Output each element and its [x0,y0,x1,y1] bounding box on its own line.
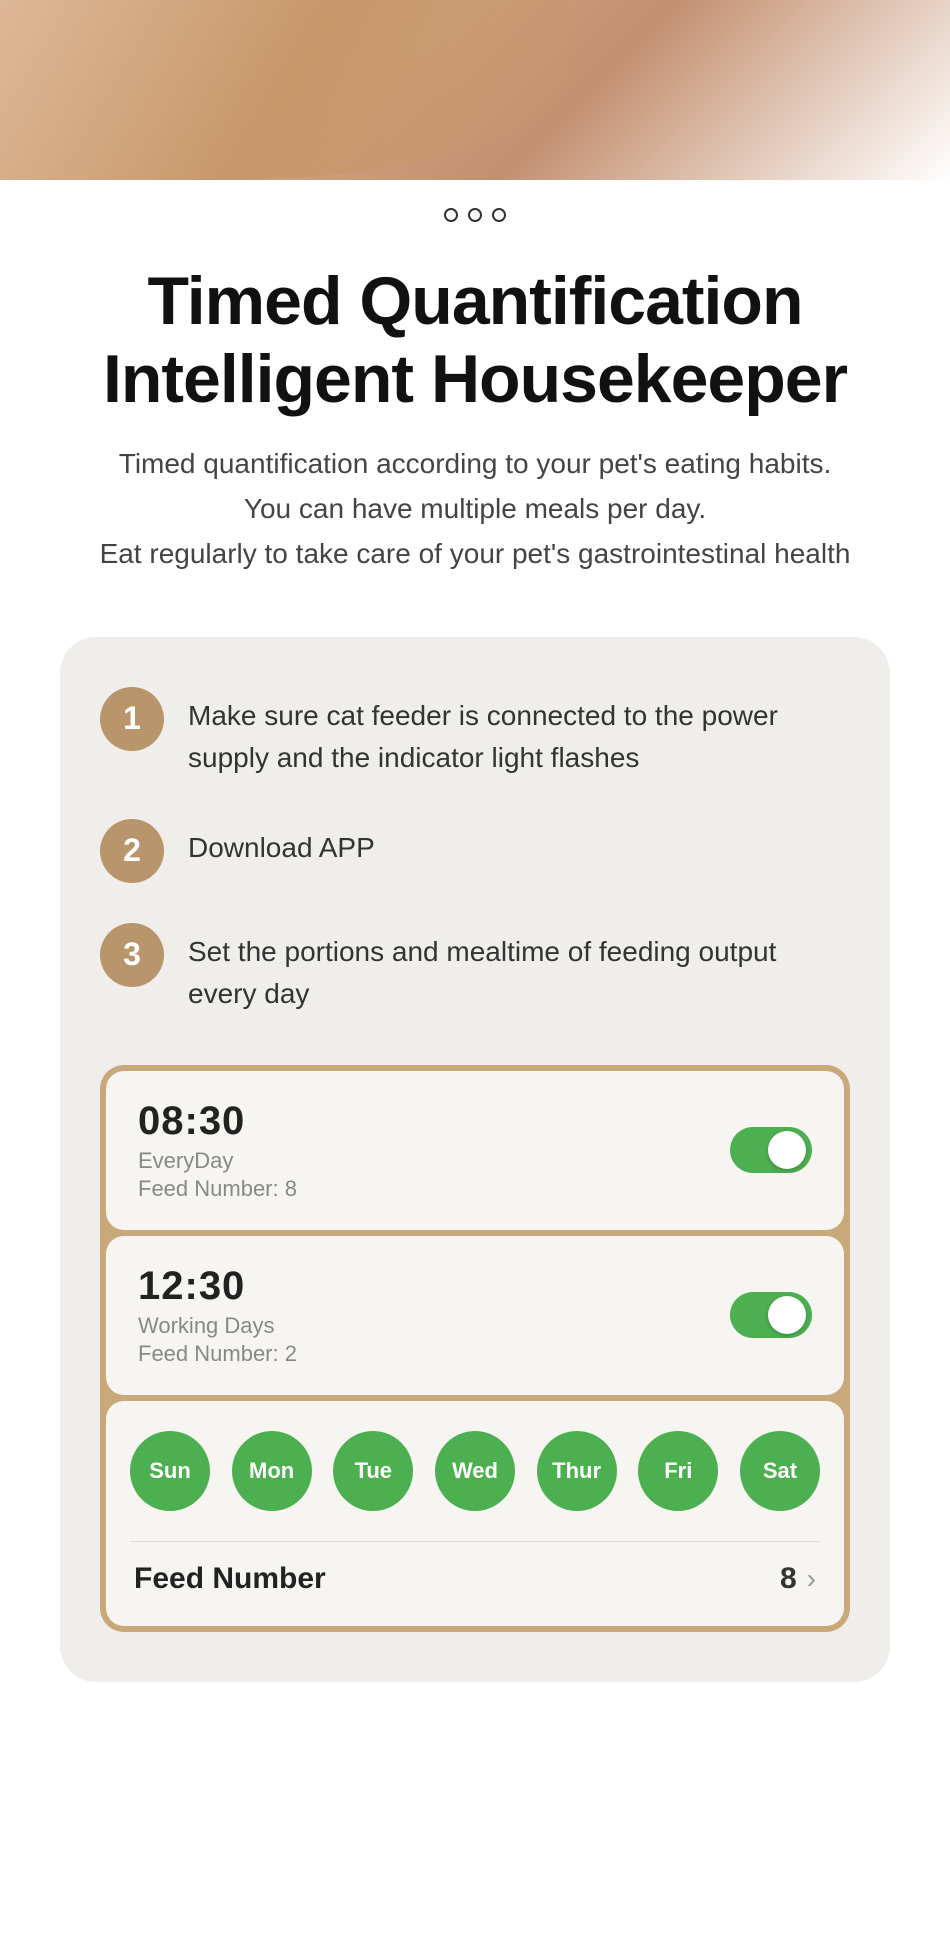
hero-image [0,0,950,180]
step-number-2: 2 [100,819,164,883]
step-number-3: 3 [100,923,164,987]
divider [130,1541,820,1542]
dot-1 [444,208,458,222]
page-title: Timed Quantification Intelligent Houseke… [40,262,910,418]
feed-info-2: 12:30 Working Days Feed Number: 2 [138,1264,297,1367]
feed-number-value-area[interactable]: 8 › [780,1562,816,1596]
feed-number-value: 8 [780,1562,797,1596]
feed-info-1: 08:30 EveryDay Feed Number: 8 [138,1099,297,1202]
steps-list: 1 Make sure cat feeder is connected to t… [100,687,850,1015]
step-text-2: Download APP [188,819,375,869]
day-wed[interactable]: Wed [435,1431,515,1511]
step-number-1: 1 [100,687,164,751]
step-text-3: Set the portions and mealtime of feeding… [188,923,850,1015]
step-item-2: 2 Download APP [100,819,850,883]
day-sat[interactable]: Sat [740,1431,820,1511]
feed-number-1: Feed Number: 8 [138,1176,297,1202]
dot-2 [468,208,482,222]
main-card: 1 Make sure cat feeder is connected to t… [60,637,890,1682]
feed-repeat-2: Working Days [138,1313,297,1339]
toggle-1[interactable] [730,1127,812,1173]
day-fri[interactable]: Fri [638,1431,718,1511]
step-text-1: Make sure cat feeder is connected to the… [188,687,850,779]
feed-repeat-1: EveryDay [138,1148,297,1174]
feed-time-1: 08:30 [138,1099,297,1144]
schedule-card: 08:30 EveryDay Feed Number: 8 12:30 Work… [100,1065,850,1632]
feed-item-2: 12:30 Working Days Feed Number: 2 [106,1236,844,1395]
feed-number-2: Feed Number: 2 [138,1341,297,1367]
subtitle: Timed quantification according to your p… [40,442,910,576]
toggle-2[interactable] [730,1292,812,1338]
dot-3 [492,208,506,222]
day-mon[interactable]: Mon [232,1431,312,1511]
page-dots [0,180,950,242]
day-thur[interactable]: Thur [537,1431,617,1511]
day-sun[interactable]: Sun [130,1431,210,1511]
feed-number-row[interactable]: Feed Number 8 › [130,1562,820,1596]
step-item-3: 3 Set the portions and mealtime of feedi… [100,923,850,1015]
feed-time-2: 12:30 [138,1264,297,1309]
days-card: Sun Mon Tue Wed Thur Fri Sat [106,1401,844,1626]
step-item-1: 1 Make sure cat feeder is connected to t… [100,687,850,779]
title-section: Timed Quantification Intelligent Houseke… [0,242,950,607]
feed-number-label: Feed Number [134,1562,326,1596]
day-tue[interactable]: Tue [333,1431,413,1511]
chevron-right-icon: › [807,1563,816,1595]
feed-item-1: 08:30 EveryDay Feed Number: 8 [106,1071,844,1230]
days-row: Sun Mon Tue Wed Thur Fri Sat [130,1431,820,1511]
